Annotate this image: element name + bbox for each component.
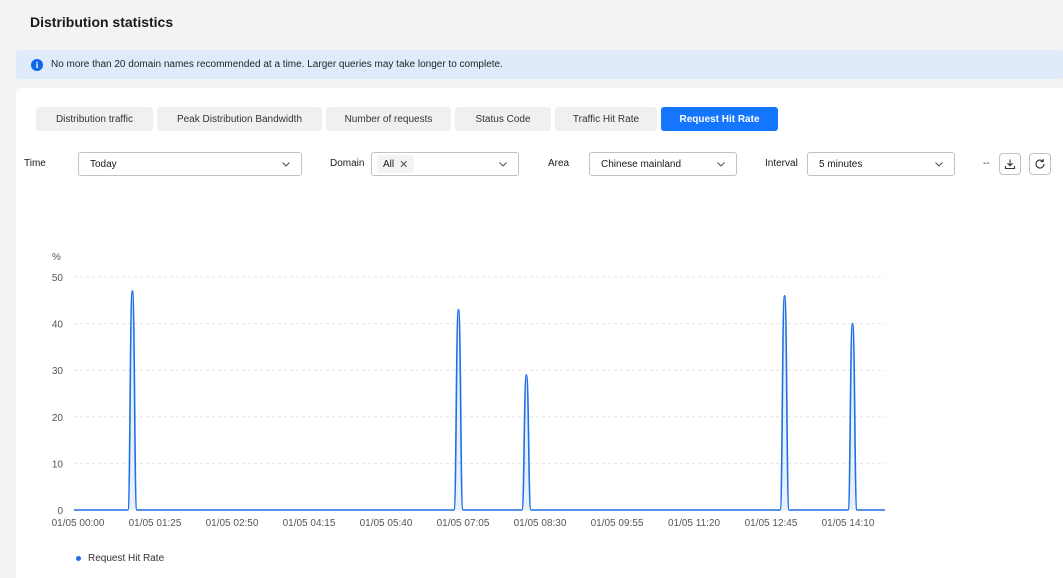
page-title: Distribution statistics	[30, 14, 174, 30]
domain-label: Domain	[330, 158, 365, 169]
range-separator: --	[983, 158, 990, 169]
notice-banner: i No more than 20 domain names recommend…	[16, 50, 1063, 79]
tab-peak-distribution-bandwidth[interactable]: Peak Distribution Bandwidth	[157, 107, 322, 131]
tab-status-code[interactable]: Status Code	[455, 107, 551, 131]
area-select[interactable]: Chinese mainland	[589, 152, 737, 176]
chart-legend[interactable]: Request Hit Rate	[76, 553, 164, 564]
notice-text: No more than 20 domain names recommended…	[51, 59, 503, 70]
chevron-down-icon	[935, 162, 943, 167]
tab-request-hit-rate[interactable]: Request Hit Rate	[661, 107, 778, 131]
time-label: Time	[24, 158, 46, 169]
main-panel: Distribution traffic Peak Distribution B…	[16, 88, 1063, 578]
interval-select[interactable]: 5 minutes	[807, 152, 955, 176]
time-select-value: Today	[90, 158, 117, 170]
refresh-icon	[1035, 159, 1045, 169]
filter-bar: Time Today Domain All ✕ Area Chinese mai…	[16, 152, 1063, 178]
domain-tag-label: All	[383, 158, 395, 170]
time-select[interactable]: Today	[78, 152, 302, 176]
chevron-down-icon	[717, 162, 725, 167]
tab-distribution-traffic[interactable]: Distribution traffic	[36, 107, 153, 131]
domain-tag: All ✕	[377, 155, 415, 173]
interval-select-value: 5 minutes	[819, 158, 863, 170]
chevron-down-icon	[499, 162, 507, 167]
interval-label: Interval	[765, 158, 798, 169]
chevron-down-icon	[282, 162, 290, 167]
info-icon: i	[31, 58, 43, 71]
download-icon	[1004, 159, 1016, 170]
legend-label: Request Hit Rate	[88, 553, 165, 564]
tab-bar: Distribution traffic Peak Distribution B…	[36, 107, 778, 131]
legend-marker	[76, 556, 81, 561]
refresh-button[interactable]	[1029, 153, 1051, 175]
tab-traffic-hit-rate[interactable]: Traffic Hit Rate	[555, 107, 657, 131]
area-label: Area	[548, 158, 570, 169]
download-button[interactable]	[999, 153, 1021, 175]
close-icon[interactable]: ✕	[399, 158, 408, 171]
domain-select[interactable]: All ✕	[371, 152, 519, 176]
area-select-value: Chinese mainland	[601, 158, 682, 170]
tab-number-of-requests[interactable]: Number of requests	[326, 107, 451, 131]
